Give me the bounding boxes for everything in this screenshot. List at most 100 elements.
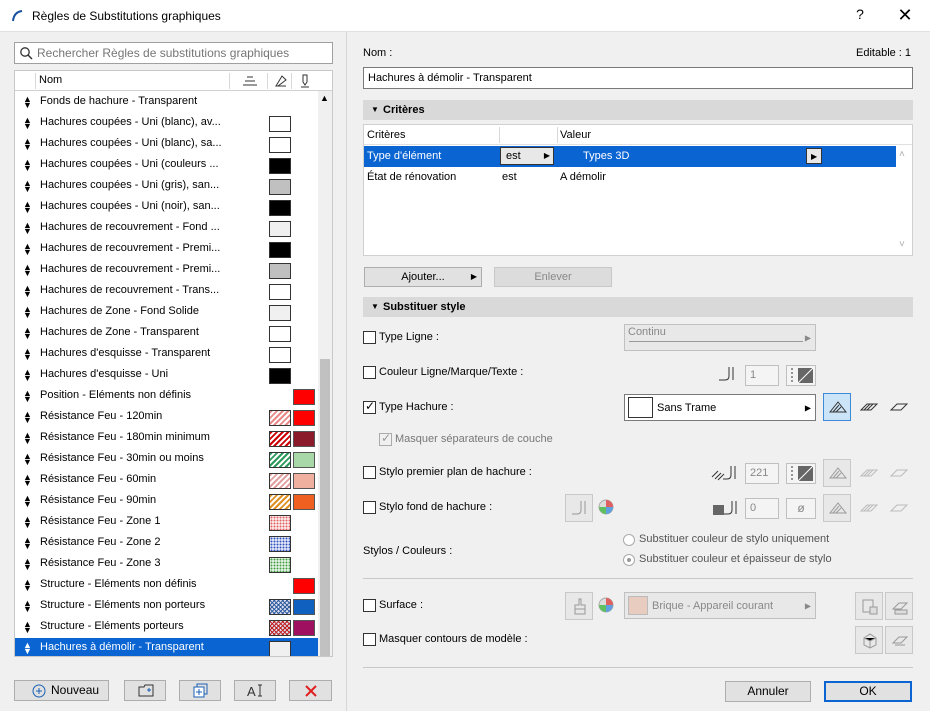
operator-dropdown[interactable]: est ▶	[500, 147, 554, 165]
line-pen-field[interactable]: 1	[745, 365, 779, 386]
duplicate-button[interactable]	[179, 680, 221, 701]
list-item[interactable]: ▲ ▼ Position - Eléments non définis	[15, 386, 318, 407]
drag-handle-icon[interactable]: ▲ ▼	[23, 137, 32, 152]
search-input[interactable]	[37, 45, 327, 61]
drag-handle-icon[interactable]: ▲ ▼	[23, 641, 32, 656]
list-item[interactable]: ▲ ▼ Hachures coupées - Uni (blanc), av...	[15, 113, 318, 134]
drag-handle-icon[interactable]: ▲ ▼	[23, 410, 32, 425]
contour-option-2[interactable]	[885, 626, 913, 654]
surface-option-1[interactable]	[855, 592, 883, 620]
drag-handle-icon[interactable]: ▲ ▼	[23, 179, 32, 194]
list-item[interactable]: ▲ ▼ Résistance Feu - Zone 2	[15, 533, 318, 554]
column-name[interactable]: Nom	[39, 74, 62, 86]
close-button[interactable]: ✕	[894, 5, 916, 27]
list-item[interactable]: ▲ ▼ Fonds de hachure - Transparent	[15, 92, 318, 113]
surface-picker-button[interactable]	[565, 592, 593, 620]
list-item[interactable]: ▲ ▼ Hachures de recouvrement - Premi...	[15, 239, 318, 260]
fill-type-checkbox[interactable]	[363, 399, 376, 414]
bg-pen-picker-button[interactable]	[565, 494, 593, 522]
criteria-row[interactable]: État de rénovation est A démolir	[364, 167, 896, 188]
style-section-header[interactable]: ▼ Substituer style	[363, 297, 913, 317]
fill-type-dropdown[interactable]: Sans Trame ▶	[624, 394, 816, 421]
cover-fill-toggle-disabled[interactable]	[855, 459, 883, 487]
drag-handle-icon[interactable]: ▲ ▼	[23, 578, 32, 593]
criteria-scrollbar[interactable]: ˄ ˅	[896, 145, 912, 255]
list-item[interactable]: ▲ ▼ Résistance Feu - 60min	[15, 470, 318, 491]
drag-handle-icon[interactable]: ▲ ▼	[23, 557, 32, 572]
cover-fill-toggle[interactable]	[855, 393, 883, 421]
drag-handle-icon[interactable]: ▲ ▼	[23, 326, 32, 341]
drag-handle-icon[interactable]: ▲ ▼	[23, 200, 32, 215]
line-type-checkbox[interactable]	[363, 331, 376, 344]
scroll-thumb[interactable]	[320, 359, 330, 656]
scroll-up-icon[interactable]: ▲	[320, 93, 329, 103]
drag-handle-icon[interactable]: ▲ ▼	[23, 431, 32, 446]
name-field[interactable]: Hachures à démolir - Transparent	[363, 67, 913, 89]
search-box[interactable]	[14, 42, 333, 64]
contour-option-1[interactable]	[855, 626, 883, 654]
rename-button[interactable]: A	[234, 680, 276, 701]
drag-handle-icon[interactable]: ▲ ▼	[23, 368, 32, 383]
list-item[interactable]: ▲ ▼ Structure - Eléments non porteurs	[15, 596, 318, 617]
new-button[interactable]: Nouveau	[14, 680, 109, 701]
list-item[interactable]: ▲ ▼ Résistance Feu - 30min ou moins	[15, 449, 318, 470]
color-wheel-icon[interactable]	[598, 499, 614, 515]
fg-pen-field[interactable]: 221	[745, 463, 779, 484]
cancel-button[interactable]: Annuler	[725, 681, 811, 702]
color-wheel-icon[interactable]	[598, 597, 614, 613]
bg-pen-checkbox[interactable]	[363, 501, 376, 514]
drag-handle-icon[interactable]: ▲ ▼	[23, 536, 32, 551]
add-criteria-button[interactable]: Ajouter... ▶	[364, 267, 482, 287]
drag-handle-icon[interactable]: ▲ ▼	[23, 305, 32, 320]
drag-handle-icon[interactable]: ▲ ▼	[23, 473, 32, 488]
value-picker-button[interactable]: ▶	[806, 148, 822, 164]
cut-fill-toggle-disabled[interactable]	[823, 459, 851, 487]
drag-handle-icon[interactable]: ▲ ▼	[23, 620, 32, 635]
drag-handle-icon[interactable]: ▲ ▼	[23, 116, 32, 131]
list-item[interactable]: ▲ ▼ Résistance Feu - Zone 1	[15, 512, 318, 533]
drag-handle-icon[interactable]: ▲ ▼	[23, 347, 32, 362]
list-item[interactable]: ▲ ▼ Hachures de Zone - Fond Solide	[15, 302, 318, 323]
line-color-checkbox[interactable]	[363, 366, 376, 379]
list-item[interactable]: ▲ ▼ Hachures coupées - Uni (blanc), sa...	[15, 134, 318, 155]
help-button[interactable]: ?	[850, 6, 870, 26]
remove-criteria-button[interactable]: Enlever	[494, 267, 612, 287]
list-item[interactable]: ▲ ▼ Résistance Feu - Zone 3	[15, 554, 318, 575]
list-item[interactable]: ▲ ▼ Hachures de recouvrement - Fond ...	[15, 218, 318, 239]
drag-handle-icon[interactable]: ▲ ▼	[23, 452, 32, 467]
drag-handle-icon[interactable]: ▲ ▼	[23, 95, 32, 110]
hide-layer-separators-checkbox[interactable]	[379, 431, 392, 446]
list-item[interactable]: ▲ ▼ Hachures de recouvrement - Premi...	[15, 260, 318, 281]
ok-button[interactable]: OK	[824, 681, 912, 702]
drag-handle-icon[interactable]: ▲ ▼	[23, 515, 32, 530]
line-type-dropdown[interactable]: Continu ▶	[624, 324, 816, 351]
list-item[interactable]: ▲ ▼ Hachures d'esquisse - Uni	[15, 365, 318, 386]
chevron-up-icon[interactable]: ˄	[899, 149, 905, 160]
surface-option-2[interactable]	[885, 592, 913, 620]
surface-checkbox[interactable]	[363, 599, 376, 612]
drag-handle-icon[interactable]: ▲ ▼	[23, 494, 32, 509]
value-col-header[interactable]: Valeur	[560, 129, 591, 141]
list-item[interactable]: ▲ ▼ Hachures de recouvrement - Trans...	[15, 281, 318, 302]
drag-handle-icon[interactable]: ▲ ▼	[23, 389, 32, 404]
list-item[interactable]: ▲ ▼ Hachures coupées - Uni (noir), san...	[15, 197, 318, 218]
drag-handle-icon[interactable]: ▲ ▼	[23, 242, 32, 257]
fg-pen-checkbox[interactable]	[363, 466, 376, 479]
drag-handle-icon[interactable]: ▲ ▼	[23, 599, 32, 614]
list-item[interactable]: ▲ ▼ Hachures coupées - Uni (gris), san...	[15, 176, 318, 197]
drag-handle-icon[interactable]: ▲ ▼	[23, 284, 32, 299]
criteria-row[interactable]: Type d'élément est ▶ Types 3D ▶	[364, 146, 896, 167]
list-item[interactable]: ▲ ▼ Structure - Eléments non définis	[15, 575, 318, 596]
criteria-section-header[interactable]: ▼ Critères	[363, 100, 913, 120]
cut-fill-toggle-disabled[interactable]	[823, 494, 851, 522]
drafting-fill-toggle-disabled[interactable]	[885, 494, 913, 522]
pen-pattern-icon[interactable]	[786, 463, 816, 484]
delete-button[interactable]	[289, 680, 332, 701]
drafting-fill-toggle-disabled[interactable]	[885, 459, 913, 487]
list-scrollbar[interactable]: ▲	[318, 91, 332, 656]
cover-fill-toggle-disabled[interactable]	[855, 494, 883, 522]
criteria-col-header[interactable]: Critères	[367, 129, 406, 141]
list-item[interactable]: ▲ ▼ Résistance Feu - 90min	[15, 491, 318, 512]
surface-dropdown[interactable]: Brique - Appareil courant ▶	[624, 592, 816, 619]
new-folder-button[interactable]	[124, 680, 166, 701]
